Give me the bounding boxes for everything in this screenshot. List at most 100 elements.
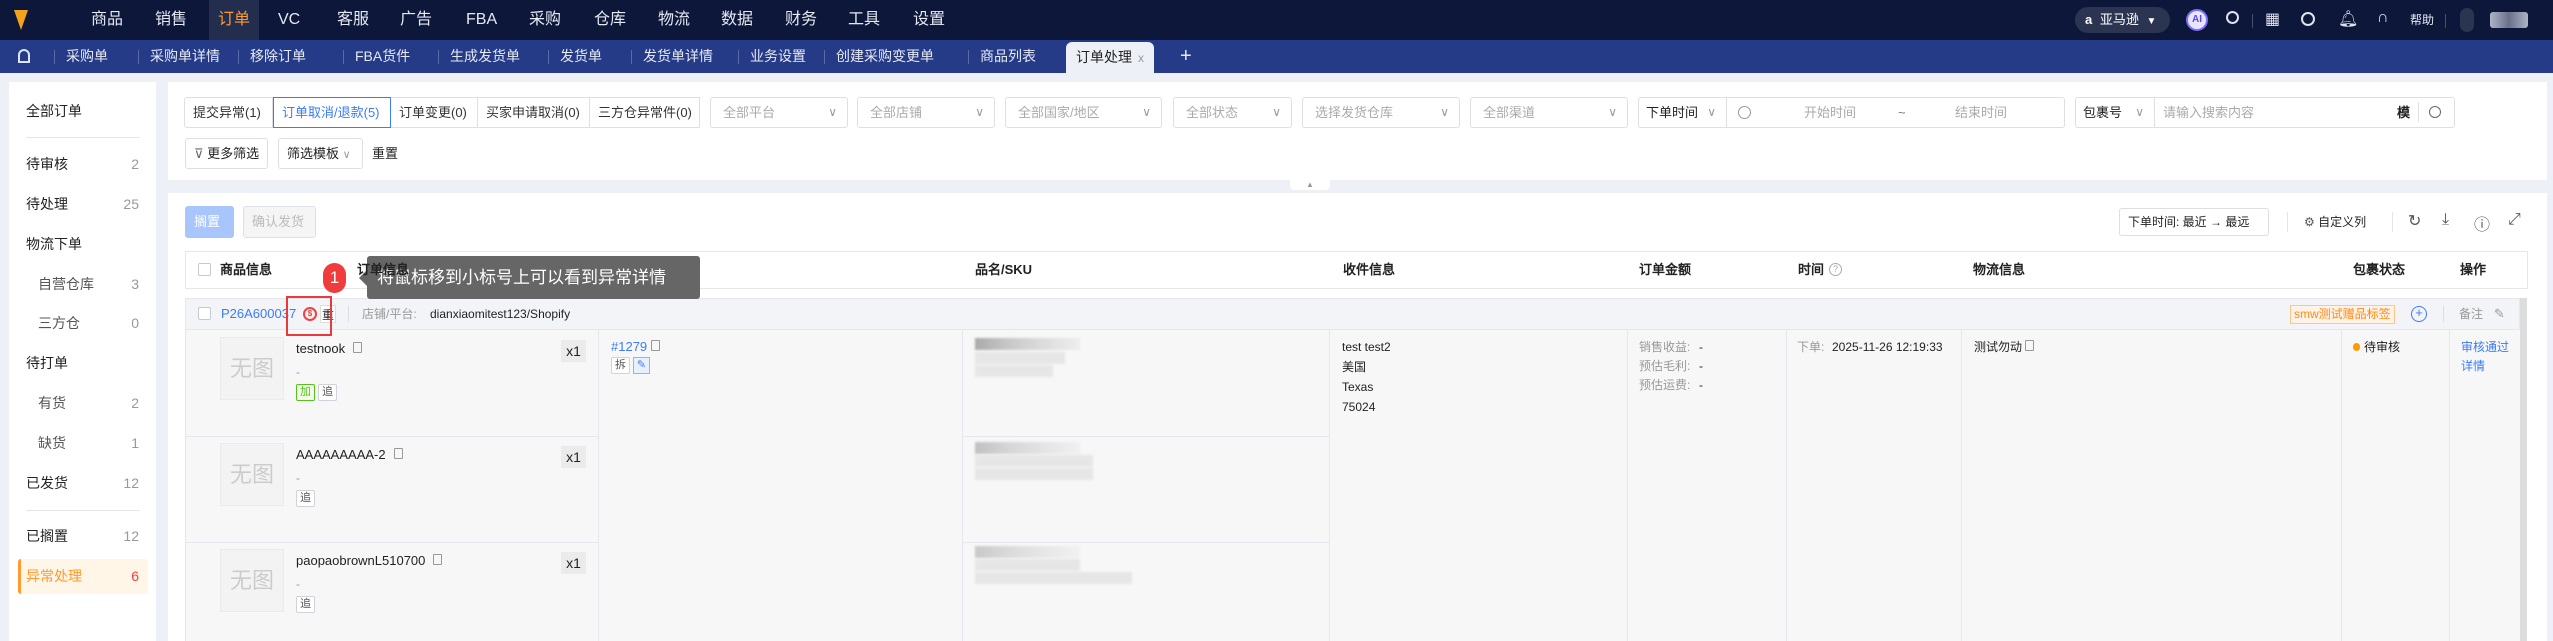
details-link[interactable]: 详情 — [2461, 357, 2485, 375]
sidebar-item-3[interactable]: 物流下单 — [26, 234, 82, 254]
nav-item-0[interactable]: 商品 — [91, 0, 123, 40]
copy-icon[interactable] — [353, 342, 363, 353]
order-id-link[interactable]: P26A600037 — [221, 298, 296, 330]
product-tag[interactable]: 追 — [318, 384, 337, 401]
user-name-blurred[interactable] — [2490, 12, 2528, 28]
select-all-checkbox[interactable] — [198, 263, 211, 276]
filter-select-1[interactable]: 全部店铺 ∨ — [857, 97, 995, 128]
order-number-link[interactable]: #1279 — [611, 338, 660, 356]
refresh-icon[interactable]: ↻ — [2408, 211, 2421, 231]
order-checkbox[interactable] — [198, 307, 211, 320]
more-filters-button[interactable]: ⊽ 更多筛选 — [185, 138, 269, 169]
tab-2[interactable]: 移除订单 — [250, 40, 306, 73]
filter-template-select[interactable]: 筛选模板 ∨ — [278, 138, 363, 169]
copy-icon[interactable] — [393, 448, 403, 459]
filter-tab-3[interactable]: 买家申请取消(0) — [478, 97, 590, 128]
product-tag[interactable]: 加 — [296, 384, 315, 401]
nav-item-11[interactable]: 财务 — [785, 0, 817, 40]
nav-item-3[interactable]: VC — [278, 0, 300, 40]
sidebar-item-1[interactable]: 待审核 — [26, 154, 68, 174]
product-tag[interactable]: 追 — [296, 596, 315, 613]
export-icon[interactable]: ⤓ — [2442, 211, 2449, 229]
scrollbar[interactable] — [2520, 298, 2527, 641]
sidebar-item-4[interactable]: 自营仓库 — [38, 274, 94, 294]
filter-select-5[interactable]: 全部渠道 ∨ — [1470, 97, 1628, 128]
tab-7[interactable]: 业务设置 — [750, 40, 806, 73]
fuzzy-toggle[interactable]: 模 — [2397, 97, 2410, 128]
sidebar-item-5[interactable]: 三方仓 — [38, 313, 80, 333]
grid-icon[interactable]: ▦ — [2265, 9, 2280, 29]
custom-columns-button[interactable]: ⚙ 自定义列 — [2304, 208, 2366, 236]
tab-8[interactable]: 创建采购变更单 — [836, 40, 934, 73]
add-label-icon[interactable]: + — [2411, 306, 2427, 322]
sidebar-item-8[interactable]: 缺货 — [38, 433, 66, 453]
nav-item-8[interactable]: 仓库 — [594, 0, 626, 40]
shelve-button[interactable]: 搁置 — [185, 206, 234, 238]
split-tag[interactable]: 拆 — [611, 357, 630, 374]
copy-icon[interactable] — [433, 554, 443, 565]
sidebar-item-10[interactable]: 已搁置 — [26, 526, 68, 546]
nav-item-9[interactable]: 物流 — [658, 0, 690, 40]
nav-item-7[interactable]: 采购 — [529, 0, 561, 40]
filter-select-0[interactable]: 全部平台 ∨ — [710, 97, 848, 128]
filter-tab-1[interactable]: 订单取消/退款(5) — [273, 97, 391, 128]
sidebar-item-6[interactable]: 待打单 — [26, 353, 68, 373]
product-tag[interactable]: 追 — [296, 490, 315, 507]
nav-item-2[interactable]: 订单 — [209, 0, 260, 40]
copy-icon[interactable] — [2025, 340, 2035, 351]
search-type-select[interactable]: 包裹号 ∨ — [2075, 97, 2155, 128]
copy-icon[interactable] — [650, 340, 660, 351]
tab-1[interactable]: 采购单详情 — [150, 40, 220, 73]
nav-item-10[interactable]: 数据 — [721, 0, 753, 40]
home-icon[interactable] — [18, 49, 30, 63]
help-icon[interactable]: ⓘ — [2474, 211, 2490, 235]
filter-tab-2[interactable]: 订单变更(0) — [391, 97, 478, 128]
search-icon[interactable] — [2226, 11, 2239, 24]
bell-icon[interactable]: 🔔︎ — [2338, 9, 2358, 29]
nav-item-6[interactable]: FBA — [466, 0, 497, 40]
logo-fox-icon[interactable] — [14, 10, 28, 30]
sort-button[interactable]: 下单时间: 最近 → 最远 — [2119, 208, 2269, 236]
filter-tab-0[interactable]: 提交异常(1) — [184, 97, 273, 128]
tab-active[interactable]: 订单处理 x — [1066, 42, 1154, 73]
start-time-input[interactable]: 开始时间 — [1804, 97, 1856, 128]
nav-item-12[interactable]: 工具 — [848, 0, 880, 40]
approve-link[interactable]: 审核通过 — [2461, 338, 2509, 356]
nav-item-5[interactable]: 广告 — [400, 0, 432, 40]
collapse-handle[interactable]: ▲ — [1290, 180, 1330, 190]
sidebar-item-2[interactable]: 待处理 — [26, 194, 68, 214]
time-help-icon[interactable]: ? — [1829, 263, 1842, 276]
nav-item-1[interactable]: 销售 — [155, 0, 187, 40]
reset-button[interactable]: 重置 — [372, 138, 398, 169]
end-time-input[interactable]: 结束时间 — [1955, 97, 2007, 128]
filter-select-3[interactable]: 全部状态 ∨ — [1173, 97, 1292, 128]
add-tab-button[interactable]: + — [1180, 40, 1192, 73]
remark-button[interactable]: 备注 — [2459, 298, 2483, 330]
search-input[interactable]: 请输入搜索内容 — [2163, 97, 2254, 128]
close-icon[interactable]: x — [1138, 51, 1144, 65]
headset-icon[interactable]: ∩ — [2377, 9, 2389, 27]
fullscreen-icon[interactable]: ⤢ — [2508, 211, 2521, 229]
time-type-select[interactable]: 下单时间 ∨ — [1638, 97, 1727, 128]
label-tag[interactable]: smw测试赠品标签 — [2290, 305, 2395, 324]
ai-icon[interactable]: AI — [2186, 9, 2208, 31]
note-icon[interactable]: ✎ — [633, 357, 650, 374]
sidebar-item-9[interactable]: 已发货 — [26, 473, 68, 493]
tab-3[interactable]: FBA货件 — [355, 40, 410, 73]
sidebar-item-7[interactable]: 有货 — [38, 393, 66, 413]
tab-5[interactable]: 发货单 — [560, 40, 602, 73]
sidebar-item-11[interactable]: 异常处理 — [26, 566, 82, 586]
tab-4[interactable]: 生成发货单 — [450, 40, 520, 73]
edit-icon[interactable]: ✎ — [2494, 298, 2505, 330]
filter-select-4[interactable]: 选择发货仓库 ∨ — [1302, 97, 1460, 128]
sidebar-item-0[interactable]: 全部订单 — [26, 101, 82, 121]
nav-item-13[interactable]: 设置 — [913, 0, 945, 40]
search-icon[interactable] — [2429, 106, 2441, 118]
tab-0[interactable]: 采购单 — [66, 40, 108, 73]
tab-6[interactable]: 发货单详情 — [643, 40, 713, 73]
platform-switch[interactable]: a 亚马逊 ▼ — [2075, 7, 2170, 33]
download-icon[interactable] — [2301, 12, 2315, 26]
help-link[interactable]: 帮助 — [2410, 0, 2434, 40]
tab-9[interactable]: 商品列表 — [980, 40, 1036, 73]
confirm-ship-button[interactable]: 确认发货 — [243, 206, 316, 238]
